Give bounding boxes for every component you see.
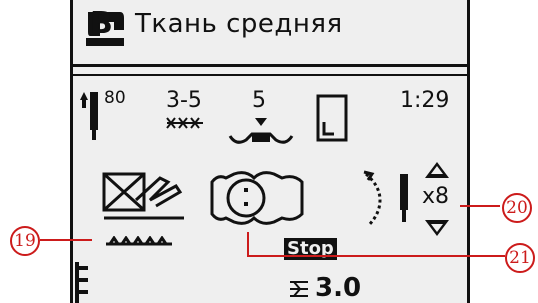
callout-21: 21 — [505, 243, 535, 273]
callout-20: 20 — [502, 193, 532, 223]
callout-19: 19 — [10, 226, 40, 256]
callout-lines — [40, 205, 505, 257]
